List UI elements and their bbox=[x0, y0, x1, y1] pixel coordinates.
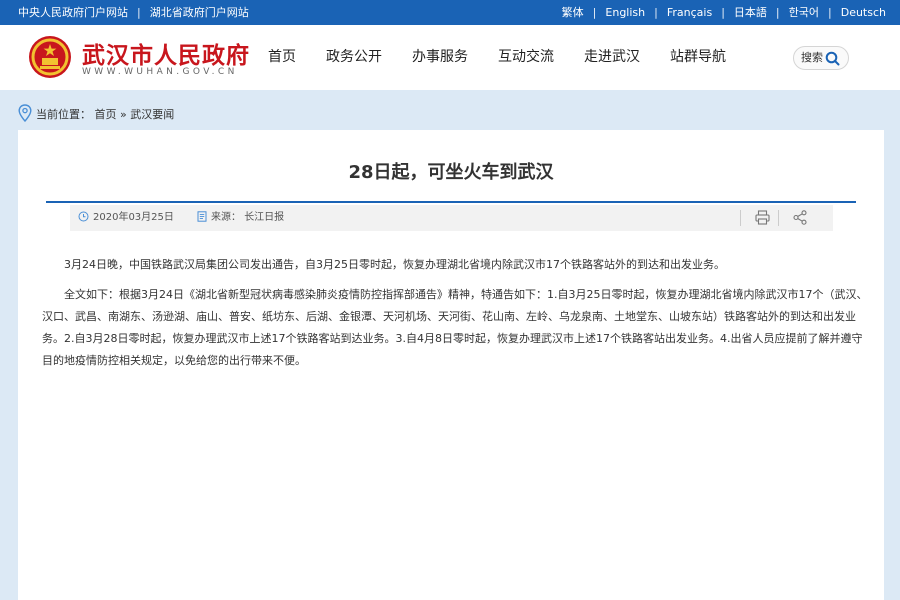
top-bar: 中央人民政府门户网站 | 湖北省政府门户网站 繁体 | English | Français… bbox=[0, 0, 900, 25]
lang-korean[interactable]: 한국어 bbox=[789, 6, 819, 19]
link-central-gov-portal[interactable]: 中央人民政府门户网站 bbox=[18, 6, 128, 19]
article-title: 28日起，可坐火车到武汉 bbox=[348, 162, 554, 183]
breadcrumb-home[interactable]: 首页 bbox=[95, 108, 117, 121]
share-button[interactable] bbox=[793, 210, 807, 228]
article-body: 3月24日晚，中国铁路武汉局集团公司发出通告，自3月25日零时起，恢复办理湖北省… bbox=[42, 254, 868, 380]
location-pin-icon bbox=[18, 104, 32, 122]
nav-government-affairs[interactable]: 政务公开 bbox=[326, 25, 382, 90]
article-meta-bar: 2020年03月25日 来源： 长江日报 bbox=[70, 205, 833, 231]
article-source-label: 来源： bbox=[211, 212, 241, 223]
national-emblem-icon[interactable] bbox=[28, 35, 72, 79]
nav-interaction[interactable]: 互动交流 bbox=[498, 25, 554, 90]
article-date-text: 2020年03月25日 bbox=[93, 212, 174, 223]
print-button[interactable] bbox=[755, 210, 770, 228]
nav-site-navigation[interactable]: 站群导航 bbox=[670, 25, 726, 90]
lang-french[interactable]: Français bbox=[667, 6, 712, 19]
title-divider bbox=[46, 201, 856, 203]
search-label: 搜索 bbox=[801, 51, 823, 64]
breadcrumb-current[interactable]: 武汉要闻 bbox=[130, 108, 174, 121]
article-source: 来源： 长江日报 bbox=[197, 205, 284, 231]
article-actions bbox=[740, 205, 813, 231]
article-paragraph: 全文如下：根据3月24日《湖北省新型冠状病毒感染肺炎疫情防控指挥部通告》精神，特… bbox=[42, 288, 868, 367]
language-switcher: 繁体 | English | Français | 日本語 | 한국어 | Deutsch bbox=[561, 6, 886, 19]
site-url: WWW.WUHAN.GOV.CN bbox=[82, 67, 238, 77]
breadcrumb-separator: » bbox=[120, 108, 127, 121]
lang-traditional-chinese[interactable]: 繁体 bbox=[562, 6, 584, 19]
article-source-name: 长江日报 bbox=[244, 212, 285, 223]
lang-japanese[interactable]: 日本語 bbox=[734, 6, 767, 19]
site-header: 武汉市人民政府 WWW.WUHAN.GOV.CN 首页 政务公开 办事服务 互动交流走… bbox=[0, 25, 900, 90]
search-button[interactable]: 搜索 bbox=[793, 46, 849, 70]
top-bar-gov-links: 中央人民政府门户网站 | 湖北省政府门户网站 bbox=[18, 6, 249, 19]
search-icon bbox=[825, 51, 840, 66]
nav-about-wuhan[interactable]: 走进武汉 bbox=[584, 25, 640, 90]
article-date: 2020年03月25日 bbox=[78, 205, 174, 231]
link-hubei-gov-portal[interactable]: 湖北省政府门户网站 bbox=[150, 6, 249, 19]
main-nav: 首页 政务公开 办事服务 互动交流 走进武汉 站群导航 bbox=[268, 25, 726, 90]
nav-home[interactable]: 首页 bbox=[268, 25, 296, 90]
lang-english[interactable]: English bbox=[605, 6, 645, 19]
article-paragraph: 3月24日晚，中国铁路武汉局集团公司发出通告，自3月25日零时起，恢复办理湖北省… bbox=[64, 258, 725, 271]
nav-services[interactable]: 办事服务 bbox=[412, 25, 468, 90]
clock-icon bbox=[78, 211, 89, 222]
article-panel: 28日起，可坐火车到武汉 2020年03月25日 来源： 长江日报 3月24日晚… bbox=[18, 130, 884, 600]
site-title[interactable]: 武汉市人民政府 bbox=[82, 36, 250, 70]
breadcrumb-label: 当前位置： bbox=[36, 108, 91, 121]
lang-german[interactable]: Deutsch bbox=[841, 6, 886, 19]
document-icon bbox=[197, 211, 207, 222]
share-icon bbox=[793, 210, 807, 225]
print-icon bbox=[755, 210, 770, 225]
